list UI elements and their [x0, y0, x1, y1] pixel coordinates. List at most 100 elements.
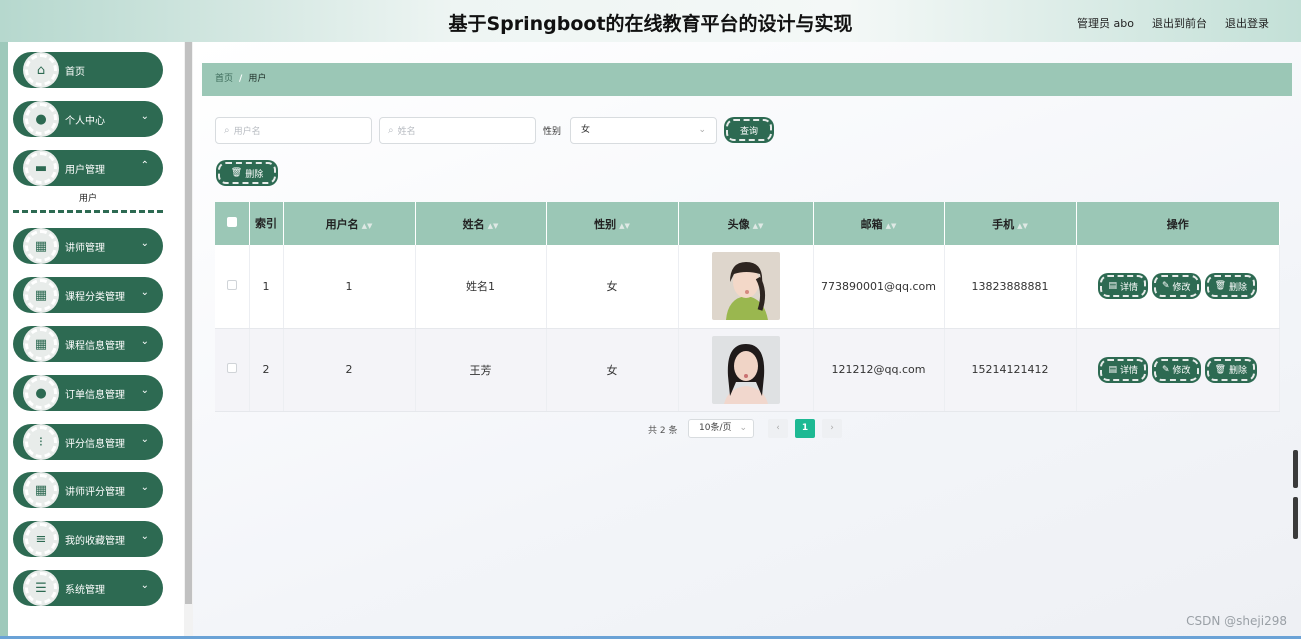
sidebar-item-label: 订单信息管理 [65, 390, 125, 401]
sidebar-item-label: 个人中心 [65, 116, 105, 127]
sidebar-item-home[interactable]: ⌂ 首页 [13, 52, 163, 88]
cell-name: 姓名1 [415, 245, 547, 329]
document-icon: ▤ [1108, 281, 1117, 292]
row-checkbox-cell[interactable] [215, 245, 250, 329]
sidebar-item-label: 我的收藏管理 [65, 536, 125, 547]
sidebar-item-course-category[interactable]: ▦ 课程分类管理 ⌄ [13, 277, 163, 313]
next-page-button[interactable]: › [822, 419, 842, 438]
right-scroll-indicator[interactable] [1293, 450, 1298, 488]
top-header: 基于Springboot的在线教育平台的设计与实现 管理员 abo 退出到前台 … [0, 0, 1301, 44]
row-delete-button[interactable]: 🗑 删除 [1206, 358, 1256, 381]
cell-ops: ▤ 详情 ✎ 修改 🗑 删除 [1076, 328, 1280, 412]
sidebar-item-favorites[interactable]: ≡ 我的收藏管理 ⌄ [13, 521, 163, 557]
avatar-image [711, 252, 780, 321]
row-checkbox[interactable] [226, 279, 237, 290]
chevron-down-icon: ⌄ [140, 111, 149, 122]
name-placeholder: 姓名 [397, 127, 416, 137]
username-search-input[interactable]: ⌕ 用户名 [215, 117, 372, 144]
select-all-header[interactable] [215, 202, 250, 245]
pagination-total: 共 2 条 [648, 426, 678, 436]
right-scroll-indicator[interactable] [1293, 497, 1298, 539]
chevron-down-icon: ⌄ [140, 482, 149, 493]
watermark: CSDN @sheji298 [1186, 614, 1287, 628]
person-icon: ● [25, 103, 57, 135]
sidebar-item-orders[interactable]: ● 订单信息管理 ⌄ [13, 375, 163, 411]
query-button[interactable]: 查询 [726, 119, 772, 141]
cell-gender: 女 [546, 245, 679, 329]
bulk-delete-button[interactable]: 🗑 删除 [218, 162, 276, 184]
edit-label: 修改 [1172, 366, 1191, 376]
row-checkbox-cell[interactable] [215, 328, 250, 412]
trash-icon: 🗑 [1214, 364, 1226, 375]
edit-button[interactable]: ✎ 修改 [1154, 358, 1199, 381]
logout-link[interactable]: 退出登录 [1225, 15, 1269, 31]
sidebar-item-label: 评分信息管理 [65, 439, 125, 450]
page-button-current[interactable]: 1 [795, 419, 815, 438]
sidebar-item-user-mgmt[interactable]: ▬ 用户管理 ⌃ [13, 150, 163, 186]
col-index: 索引 [249, 202, 284, 245]
col-name-label: 姓名 [462, 217, 485, 231]
row-checkbox[interactable] [226, 363, 237, 373]
col-name[interactable]: 姓名 ▲▼ [415, 202, 547, 245]
col-email[interactable]: 邮箱 ▲▼ [813, 202, 945, 245]
sort-icon[interactable]: ▲▼ [753, 222, 764, 230]
trash-icon: 🗑 [230, 168, 243, 178]
row-delete-button[interactable]: 🗑 删除 [1206, 275, 1256, 298]
delete-label: 删除 [1229, 282, 1248, 293]
chevron-down-icon: ⌄ [140, 336, 149, 347]
page-size-select[interactable]: 10条/页 ⌄ [688, 419, 754, 438]
chevron-down-icon: ⌄ [140, 385, 149, 396]
sidebar-item-lecturer[interactable]: ▦ 讲师管理 ⌄ [13, 228, 163, 264]
pencil-icon: ✎ [1162, 281, 1170, 292]
col-phone[interactable]: 手机 ▲▼ [944, 202, 1077, 245]
name-search-input[interactable]: ⌕ 姓名 [379, 117, 536, 144]
search-icon: ⌕ [224, 125, 230, 136]
col-avatar[interactable]: 头像 ▲▼ [678, 202, 814, 245]
avatar-image [711, 335, 780, 404]
to-front-link[interactable]: 退出到前台 [1152, 15, 1207, 31]
home-icon: ⌂ [25, 54, 57, 86]
cell-username: 1 [283, 245, 416, 329]
detail-button[interactable]: ▤ 详情 [1100, 275, 1146, 298]
username-placeholder: 用户名 [233, 127, 261, 137]
sort-icon[interactable]: ▲▼ [488, 222, 499, 230]
detail-button[interactable]: ▤ 详情 [1100, 358, 1146, 381]
bulk-delete-label: 删除 [245, 169, 264, 180]
sort-icon[interactable]: ▲▼ [1017, 222, 1028, 230]
sidebar-item-lecturer-ratings[interactable]: ▦ 讲师评分管理 ⌄ [13, 472, 163, 508]
delete-label: 删除 [1229, 366, 1248, 376]
sort-icon[interactable]: ▲▼ [362, 222, 373, 230]
select-all-checkbox[interactable] [226, 217, 237, 227]
document-icon: ▤ [1108, 364, 1117, 375]
col-username[interactable]: 用户名 ▲▼ [283, 202, 416, 245]
breadcrumb-home[interactable]: 首页 [215, 74, 233, 84]
cell-phone: 13823888881 [944, 245, 1077, 329]
sidebar-item-label: 首页 [65, 67, 85, 78]
sidebar-item-label: 课程分类管理 [65, 292, 125, 303]
col-gender[interactable]: 性别 ▲▼ [546, 202, 679, 245]
sidebar-item-profile[interactable]: ● 个人中心 ⌄ [13, 101, 163, 137]
sidebar-item-course-info[interactable]: ▦ 课程信息管理 ⌄ [13, 326, 163, 362]
col-avatar-label: 头像 [727, 217, 750, 231]
cell-username: 2 [283, 328, 416, 412]
sidebar-item-system[interactable]: ☰ 系统管理 ⌄ [13, 570, 163, 606]
sort-icon[interactable]: ▲▼ [886, 222, 897, 230]
search-icon: ⌕ [388, 125, 394, 136]
table-row: 1 1 姓名1 女 773890001@qq.com 13823888881 ▤… [215, 245, 1280, 329]
table-row: 2 2 王芳 女 121212@qq.com 15214121412 ▤ 详情 … [215, 328, 1280, 412]
col-phone-label: 手机 [992, 217, 1015, 231]
grid-icon: ▦ [25, 474, 57, 506]
gender-select[interactable]: 女 ⌄ [570, 117, 717, 144]
sort-icon[interactable]: ▲▼ [619, 222, 630, 230]
sidebar-scrollbar[interactable] [184, 42, 193, 639]
chevron-down-icon: ⌄ [140, 434, 149, 445]
grid-icon: ▦ [25, 279, 57, 311]
prev-page-button[interactable]: ‹ [768, 419, 788, 438]
sidebar-item-ratings[interactable]: ⁝ 评分信息管理 ⌄ [13, 424, 163, 460]
cell-phone: 15214121412 [944, 328, 1077, 412]
breadcrumb-separator: / [239, 74, 243, 84]
pencil-icon: ✎ [1162, 364, 1170, 375]
sidebar-item-label: 课程信息管理 [65, 341, 125, 352]
edit-button[interactable]: ✎ 修改 [1154, 275, 1199, 298]
sidebar-subitem-user[interactable]: 用户 [13, 187, 163, 213]
